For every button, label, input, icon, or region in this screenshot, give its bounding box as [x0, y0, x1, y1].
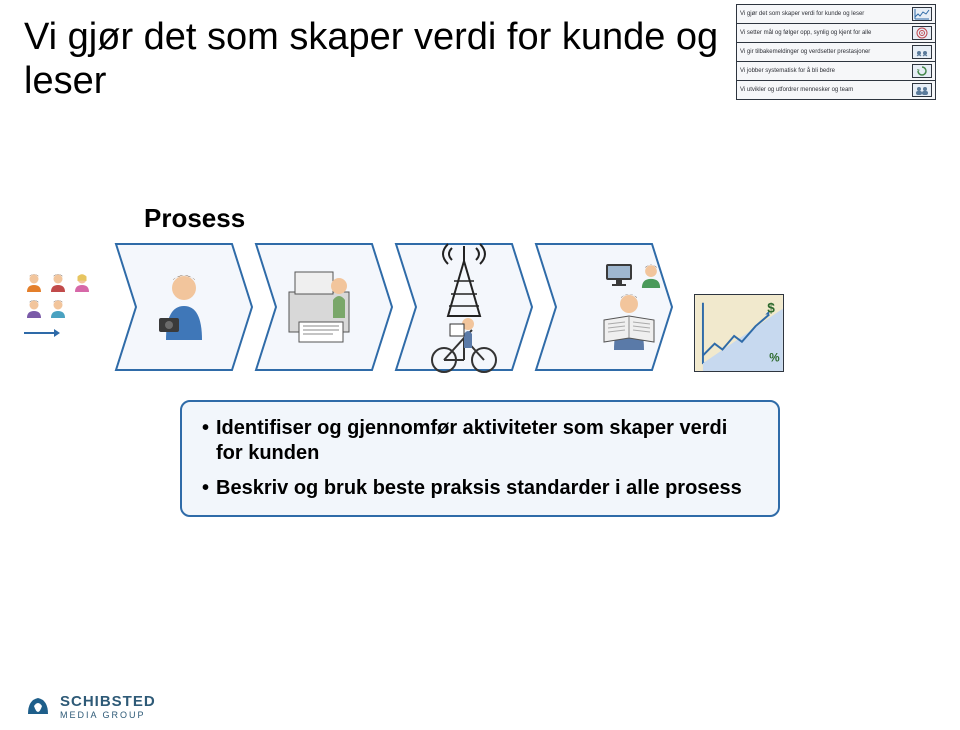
sidebar-item-label: Vi gir tilbakemeldinger og verdsetter pr…: [740, 49, 908, 56]
bicycle-delivery-icon: [424, 308, 504, 378]
team-icon: [912, 83, 932, 97]
newspaper-reader-icon: [594, 292, 664, 352]
monitor-icon: [604, 262, 634, 288]
avatar-orange-icon: [24, 272, 44, 292]
arrow-right-icon: [24, 324, 104, 342]
printer-icon: [279, 262, 369, 352]
avatar-purple-icon: [24, 298, 44, 318]
sidebar-item-label: Vi utvikler og utfordrer mennesker og te…: [740, 87, 908, 94]
value-chart: $ %: [694, 294, 784, 372]
process-section: Prosess: [24, 203, 936, 372]
chart-icon: [912, 7, 932, 21]
sidebar-item: Vi utvikler og utfordrer mennesker og te…: [737, 81, 935, 99]
page-title: Vi gjør det som skaper verdi for kunde o…: [24, 16, 744, 103]
brand-name: SCHIBSTED: [60, 693, 156, 710]
photographer-icon: [154, 272, 214, 342]
cycle-icon: [912, 64, 932, 78]
input-people-group: [24, 272, 104, 342]
avatar-green-icon: [638, 262, 664, 288]
schibsted-mark-icon: [24, 692, 52, 720]
process-chevrons: [114, 242, 674, 372]
process-step-2: [254, 242, 394, 372]
target-icon: [912, 26, 932, 40]
brand-sub: MEDIA GROUP: [60, 710, 156, 720]
bullet-item: Beskriv og bruk beste praksis standarder…: [202, 476, 758, 501]
avatar-cyan-icon: [48, 298, 68, 318]
key-points-box: Identifiser og gjennomfør aktiviteter so…: [180, 400, 780, 517]
sidebar-item: Vi gir tilbakemeldinger og verdsetter pr…: [737, 43, 935, 62]
process-step-3: [394, 242, 534, 372]
principles-sidebar: Vi gjør det som skaper verdi for kunde o…: [736, 4, 936, 100]
avatar-red-icon: [48, 272, 68, 292]
feedback-icon: [912, 45, 932, 59]
sidebar-item-label: Vi jobber systematisk for å bli bedre: [740, 68, 908, 75]
process-step-4: [534, 242, 674, 372]
footer-logo: SCHIBSTED MEDIA GROUP: [24, 692, 156, 720]
svg-text:$: $: [767, 301, 775, 316]
sidebar-item: Vi setter mål og følger opp, synlig og k…: [737, 24, 935, 43]
avatar-pink-icon: [72, 272, 92, 292]
sidebar-item-label: Vi gjør det som skaper verdi for kunde o…: [740, 11, 908, 18]
bullet-item: Identifiser og gjennomfør aktiviteter so…: [202, 416, 758, 466]
svg-text:%: %: [769, 352, 780, 365]
sidebar-item: Vi gjør det som skaper verdi for kunde o…: [737, 5, 935, 24]
process-step-1: [114, 242, 254, 372]
sidebar-item-label: Vi setter mål og følger opp, synlig og k…: [740, 30, 908, 37]
process-title: Prosess: [144, 203, 936, 234]
sidebar-item: Vi jobber systematisk for å bli bedre: [737, 62, 935, 81]
